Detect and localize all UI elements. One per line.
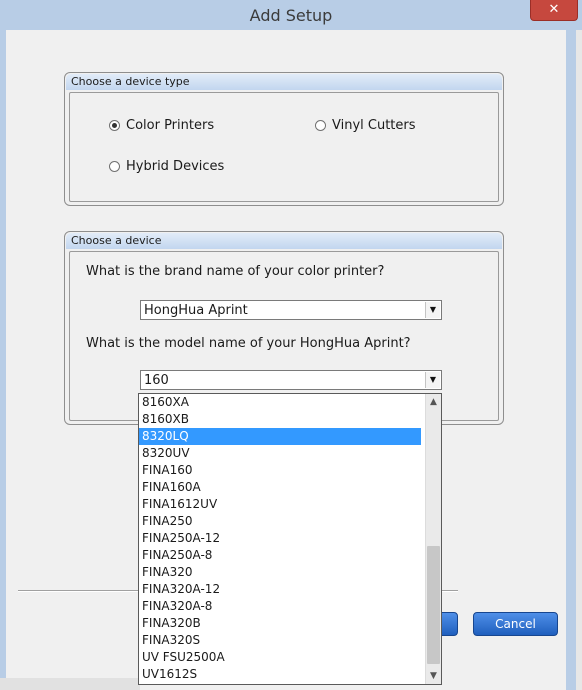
device-type-header: Choose a device type <box>66 74 502 90</box>
radio-selected-icon <box>109 120 120 131</box>
radio-unselected-icon <box>109 161 120 172</box>
close-icon: ✕ <box>548 2 560 17</box>
model-option[interactable]: FINA320 <box>139 564 421 581</box>
model-option[interactable]: 8320LQ <box>139 428 421 445</box>
radio-unselected-icon <box>315 120 326 131</box>
brand-question: What is the brand name of your color pri… <box>86 264 385 279</box>
model-option[interactable]: FINA250A-8 <box>139 547 421 564</box>
chevron-down-icon[interactable]: ▼ <box>426 668 441 684</box>
window-title: Add Setup <box>249 6 333 25</box>
model-option[interactable]: UV FSU2500A <box>139 649 421 666</box>
radio-color-printers[interactable]: Color Printers <box>109 118 214 133</box>
model-option[interactable]: FINA250 <box>139 513 421 530</box>
radio-label: Vinyl Cutters <box>332 118 416 133</box>
model-option[interactable]: FINA250A-12 <box>139 530 421 547</box>
model-select[interactable]: 160 ▼ <box>140 370 442 390</box>
model-option[interactable]: FINA160 <box>139 462 421 479</box>
model-option[interactable]: 8320UV <box>139 445 421 462</box>
brand-select-value: HongHua Aprint <box>144 303 248 318</box>
model-option[interactable]: 8160XB <box>139 411 421 428</box>
scrollbar-thumb[interactable] <box>427 546 440 664</box>
radio-label: Hybrid Devices <box>126 159 225 174</box>
chevron-down-icon[interactable]: ▼ <box>425 372 440 388</box>
dropdown-scrollbar[interactable]: ▲ ▼ <box>425 394 441 684</box>
window-bottom-edge <box>0 678 140 690</box>
model-select-value: 160 <box>144 373 169 388</box>
model-dropdown-list[interactable]: 8160XA 8160XB 8320LQ 8320UV FINA160 FINA160A F… <box>138 393 442 685</box>
window-frame-edge <box>576 30 582 690</box>
model-option[interactable]: FINA1612UV <box>139 496 421 513</box>
model-option[interactable]: FINA160A <box>139 479 421 496</box>
model-option[interactable]: FINA320A-12 <box>139 581 421 598</box>
model-option[interactable]: FINA320A-8 <box>139 598 421 615</box>
device-type-panel <box>69 92 499 202</box>
radio-label: Color Printers <box>126 118 215 133</box>
model-options: 8160XA 8160XB 8320LQ 8320UV FINA160 FINA160A F… <box>139 394 441 683</box>
close-button[interactable]: ✕ <box>530 0 578 21</box>
model-option[interactable]: FINA320B <box>139 615 421 632</box>
radio-hybrid-devices[interactable]: Hybrid Devices <box>109 159 224 174</box>
model-option[interactable]: UV1612S <box>139 666 421 683</box>
model-question: What is the model name of your HongHua A… <box>86 336 411 351</box>
cancel-button-label: Cancel <box>495 617 536 631</box>
title-bar: Add Setup ✕ <box>0 0 582 30</box>
chevron-up-icon[interactable]: ▲ <box>426 394 441 410</box>
device-type-group: Choose a device type Color Printers Viny… <box>64 72 504 206</box>
device-header: Choose a device <box>66 233 502 249</box>
model-option[interactable]: FINA320S <box>139 632 421 649</box>
radio-vinyl-cutters[interactable]: Vinyl Cutters <box>315 118 416 133</box>
cancel-button[interactable]: Cancel <box>473 612 558 636</box>
brand-select[interactable]: HongHua Aprint ▼ <box>140 300 442 320</box>
model-option[interactable]: 8160XA <box>139 394 421 411</box>
chevron-down-icon[interactable]: ▼ <box>425 302 440 318</box>
